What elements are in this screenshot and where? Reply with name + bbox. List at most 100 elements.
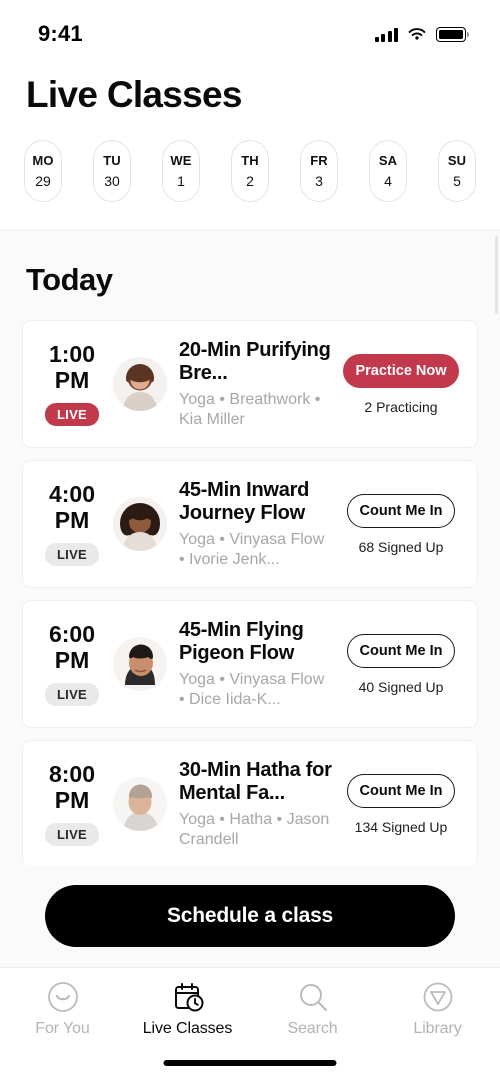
day-pill-dow: MO [32, 153, 54, 168]
class-meta: Yoga • Vinyasa Flow • Dice Iida-K... [179, 671, 325, 708]
class-time: 8:00 PM [48, 761, 96, 814]
cellular-signal-icon [374, 27, 398, 42]
day-pill-dow: SA [378, 153, 398, 168]
day-picker[interactable]: MO 29 TU 30 WE 1 TH 2 FR 3 SA 4 SU 5 [0, 116, 500, 230]
class-action-block: Count Me In 40 Signed Up [339, 633, 463, 695]
class-action-block: Practice Now 2 Practicing [339, 353, 463, 415]
class-time-block: 4:00 PM LIVE [35, 481, 109, 566]
instructor-avatar [113, 357, 167, 411]
class-time-block: 6:00 PM LIVE [35, 621, 109, 706]
day-pill-num: 30 [104, 173, 120, 189]
class-time-block: 8:00 PM LIVE [35, 761, 109, 846]
class-info: 30-Min Hatha for Mental Fa... Yoga • Hat… [179, 759, 333, 849]
day-pill-dow: WE [170, 153, 192, 168]
class-attendance-count: 68 Signed Up [358, 538, 444, 555]
header: Live Classes [0, 56, 500, 116]
class-meta: Yoga • Vinyasa Flow • Ivorie Jenk... [179, 531, 325, 568]
class-time: 4:00 PM [48, 481, 96, 534]
day-pill-fr[interactable]: FR 3 [300, 140, 338, 202]
smiley-face-icon [47, 982, 78, 1012]
class-time: 1:00 PM [48, 341, 96, 394]
calendar-clock-icon [174, 983, 203, 1012]
class-title: 45-Min Flying Pigeon Flow [179, 618, 304, 665]
day-pill-num: 5 [453, 173, 461, 189]
day-pill-num: 1 [177, 173, 185, 189]
count-me-in-button[interactable]: Count Me In [346, 493, 456, 528]
day-pill-dow: TH [241, 153, 259, 168]
class-card[interactable]: 4:00 PM LIVE 45-Min Inward Journey Flow … [22, 460, 478, 588]
class-time-hour: 8:00 [48, 761, 96, 788]
live-badge: LIVE [44, 542, 100, 566]
scrollbar-thumb[interactable] [495, 236, 498, 314]
day-pill-tu[interactable]: TU 30 [93, 140, 131, 202]
tab-for-you[interactable]: For You [0, 980, 125, 1038]
live-badge: LIVE [44, 682, 100, 706]
class-time-hour: 4:00 [48, 481, 96, 508]
bottom-tab-bar: For You Live Classes Search Library [0, 967, 500, 1080]
day-pill-dow: FR [310, 153, 328, 168]
battery-icon [436, 26, 470, 42]
tab-live-classes[interactable]: Live Classes [125, 980, 250, 1038]
count-me-in-button[interactable]: Count Me In [346, 773, 456, 808]
tab-library[interactable]: Library [375, 980, 500, 1038]
practice-now-button[interactable]: Practice Now [343, 353, 459, 388]
class-attendance-count: 40 Signed Up [358, 678, 444, 695]
section-title-today: Today [26, 262, 113, 297]
day-pill-num: 3 [315, 173, 323, 189]
class-time-meridiem: PM [54, 507, 90, 533]
class-action-block: Count Me In 68 Signed Up [339, 493, 463, 555]
tab-label: Live Classes [142, 1020, 233, 1037]
live-badge: LIVE [44, 822, 100, 846]
cta-container: Schedule a class [0, 867, 500, 967]
status-bar: 9:41 [0, 0, 500, 56]
class-attendance-count: 2 Practicing [364, 398, 438, 415]
class-card[interactable]: 6:00 PM LIVE 45-Min Flying Pigeon Flow Y… [22, 600, 478, 728]
class-list: 1:00 PM LIVE 20-Min Purifying Bre... Yog… [0, 320, 500, 865]
class-info: 20-Min Purifying Bre... Yoga • Breathwor… [179, 339, 333, 429]
class-info: 45-Min Flying Pigeon Flow Yoga • Vinyasa… [179, 619, 333, 709]
day-pill-sa[interactable]: SA 4 [369, 140, 407, 202]
day-pill-dow: SU [447, 153, 467, 168]
schedule-a-class-button[interactable]: Schedule a class [45, 885, 455, 947]
day-pill-num: 29 [35, 173, 51, 189]
class-title: 20-Min Purifying Bre... [179, 338, 331, 385]
day-pill-dow: TU [103, 153, 121, 168]
status-bar-indicators [374, 26, 470, 42]
instructor-avatar [113, 777, 167, 831]
day-pill-th[interactable]: TH 2 [231, 140, 269, 202]
home-indicator [163, 1060, 337, 1066]
search-icon [299, 984, 327, 1011]
tab-label: Library [413, 1020, 462, 1037]
class-card[interactable]: 1:00 PM LIVE 20-Min Purifying Bre... Yog… [22, 320, 478, 448]
day-pill-su[interactable]: SU 5 [438, 140, 476, 202]
class-time-meridiem: PM [54, 647, 90, 673]
day-pill-num: 4 [384, 173, 392, 189]
page-title: Live Classes [26, 74, 243, 115]
count-me-in-button[interactable]: Count Me In [346, 633, 456, 668]
class-info: 45-Min Inward Journey Flow Yoga • Vinyas… [179, 479, 333, 569]
class-time-block: 1:00 PM LIVE [35, 341, 109, 426]
class-meta: Yoga • Hatha • Jason Crandell [179, 811, 330, 848]
class-attendance-count: 134 Signed Up [354, 818, 448, 835]
tab-search[interactable]: Search [250, 980, 375, 1038]
class-card[interactable]: 8:00 PM LIVE 30-Min Hatha for Mental Fa.… [22, 740, 478, 865]
class-time-hour: 1:00 [48, 341, 96, 368]
day-pill-mo[interactable]: MO 29 [24, 140, 62, 202]
live-badge: LIVE [44, 402, 100, 426]
app-screen: 9:41 Live Classes MO 29 TU 30 WE 1 TH 2 … [0, 0, 500, 1080]
class-title: 30-Min Hatha for Mental Fa... [179, 758, 332, 805]
class-time-meridiem: PM [54, 787, 90, 813]
day-pill-we[interactable]: WE 1 [162, 140, 200, 202]
wifi-icon [408, 27, 426, 40]
class-meta: Yoga • Breathwork • Kia Miller [179, 391, 321, 428]
instructor-avatar [113, 637, 167, 691]
class-time-meridiem: PM [54, 367, 90, 393]
instructor-avatar [113, 497, 167, 551]
class-title: 45-Min Inward Journey Flow [179, 478, 310, 525]
class-action-block: Count Me In 134 Signed Up [339, 773, 463, 835]
triangle-circle-icon [423, 982, 452, 1012]
schedule-scroll-area[interactable]: Today 1:00 PM LIVE 20-Min Purifying Bre.… [0, 231, 500, 865]
class-time: 6:00 PM [48, 621, 96, 674]
tab-label: Search [287, 1020, 338, 1037]
class-time-hour: 6:00 [48, 621, 96, 648]
